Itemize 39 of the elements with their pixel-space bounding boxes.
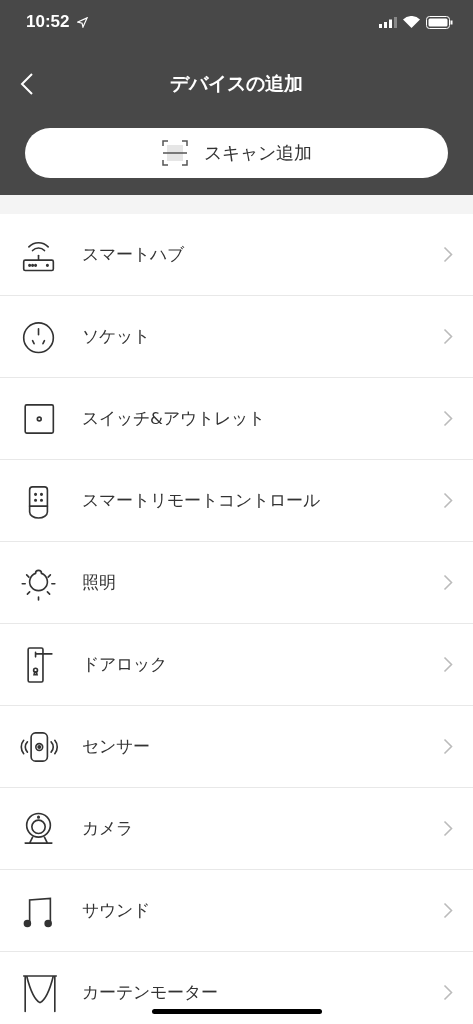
device-category-item[interactable]: スマートハブ xyxy=(0,214,473,296)
chevron-icon xyxy=(443,574,453,591)
device-category-item[interactable]: サウンド xyxy=(0,870,473,952)
category-label: サウンド xyxy=(82,899,151,922)
category-label: ソケット xyxy=(82,325,151,348)
device-category-item[interactable]: ドアロック xyxy=(0,624,473,706)
status-time: 10:52 xyxy=(26,12,70,32)
chevron-icon xyxy=(443,820,453,837)
device-category-item[interactable]: センサー xyxy=(0,706,473,788)
chevron-icon xyxy=(443,328,453,345)
category-label: 照明 xyxy=(82,571,117,594)
category-label: スイッチ&アウトレット xyxy=(82,407,266,430)
chevron-icon xyxy=(443,984,453,1001)
battery-icon xyxy=(426,15,453,29)
chevron-icon xyxy=(443,656,453,673)
curtain-icon xyxy=(20,972,60,1013)
chevron-icon xyxy=(443,902,453,919)
device-category-item[interactable]: スイッチ&アウトレット xyxy=(0,378,473,460)
category-label: スマートリモートコントロール xyxy=(82,489,321,512)
chevron-icon xyxy=(443,410,453,427)
chevron-icon xyxy=(443,738,453,755)
category-label: カメラ xyxy=(82,817,134,840)
category-label: ドアロック xyxy=(82,653,168,676)
device-category-item[interactable]: ソケット xyxy=(0,296,473,378)
location-arrow-icon xyxy=(77,16,89,28)
page-title: デバイスの追加 xyxy=(170,71,303,96)
device-category-item[interactable]: カメラ xyxy=(0,788,473,870)
wifi-icon xyxy=(403,16,420,28)
signal-icon xyxy=(379,16,397,28)
device-category-item[interactable]: 照明 xyxy=(0,542,473,624)
category-label: スマートハブ xyxy=(82,243,185,266)
category-label: カーテンモーター xyxy=(82,981,219,1004)
category-label: センサー xyxy=(82,735,151,758)
device-category-item[interactable]: スマートリモートコントロール xyxy=(0,460,473,542)
back-icon[interactable] xyxy=(20,72,34,96)
scan-add-button[interactable]: スキャン追加 xyxy=(25,128,448,178)
chevron-icon xyxy=(443,246,453,263)
scan-icon xyxy=(161,140,188,166)
chevron-icon xyxy=(443,492,453,509)
